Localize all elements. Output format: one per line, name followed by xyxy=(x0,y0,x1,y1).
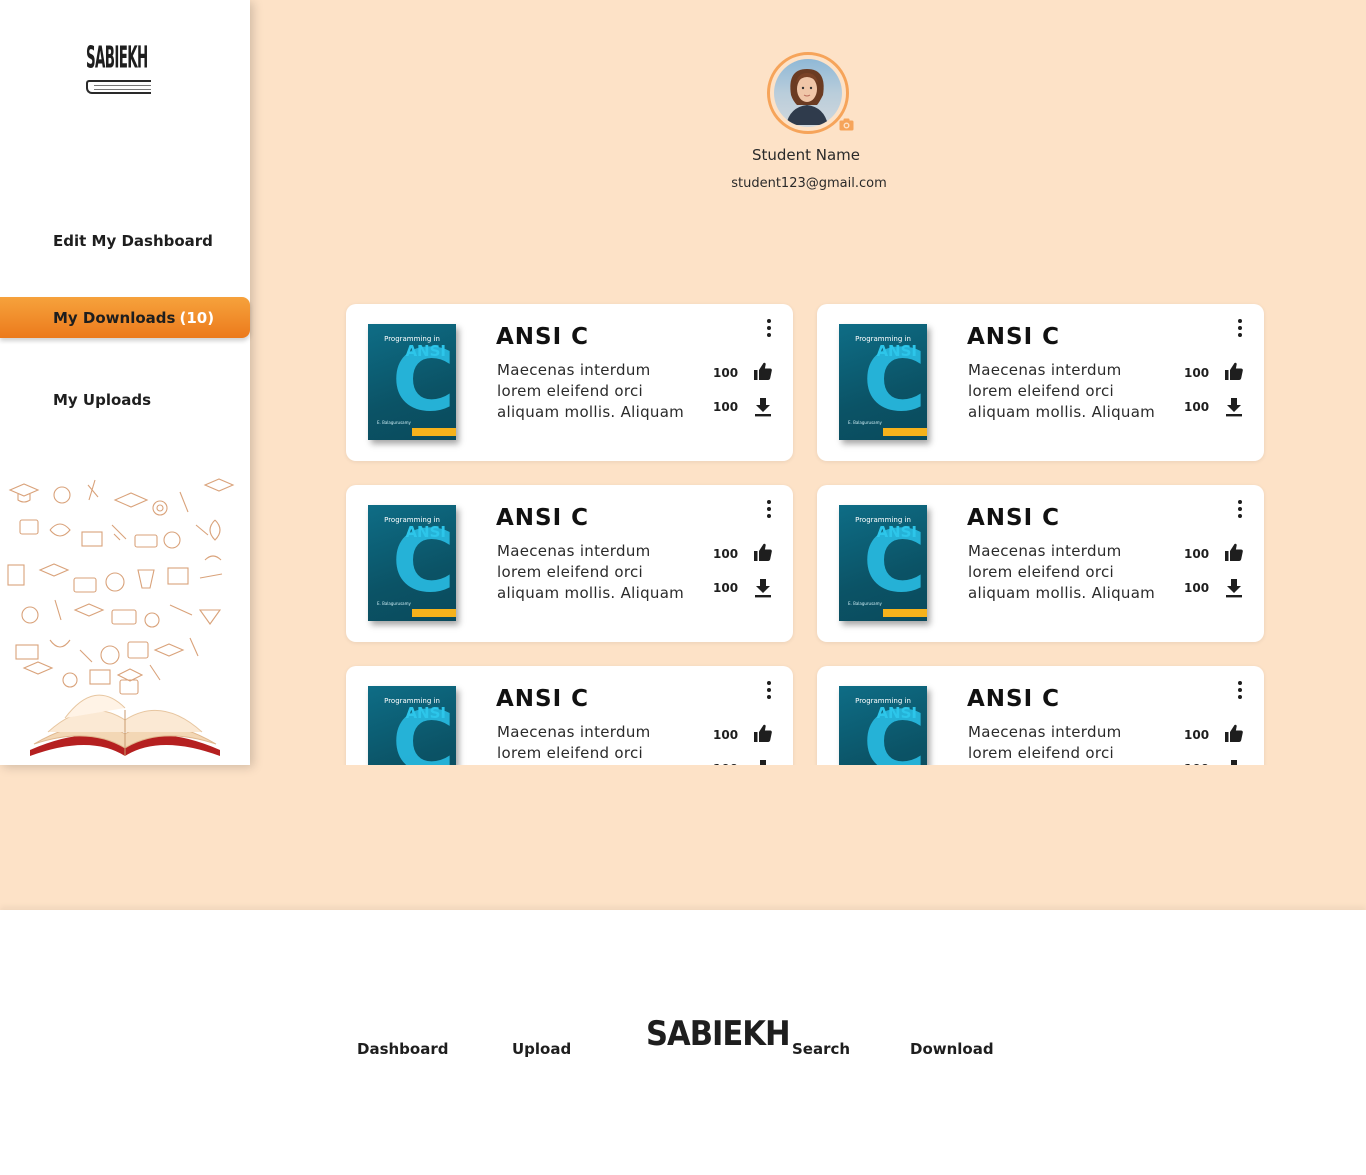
book-cover-image[interactable]: Programming in C ANSI E. Balagurusamy xyxy=(839,505,927,621)
download-card[interactable]: Programming in C ANSI E. Balagurusamy AN… xyxy=(346,485,793,642)
sidebar-item-label: Edit My Dashboard xyxy=(53,231,213,250)
cover-author: E. Balagurusamy xyxy=(377,420,411,425)
thumbs-up-icon[interactable] xyxy=(1224,542,1244,562)
download-icon[interactable] xyxy=(753,397,773,417)
download-count: 100 xyxy=(1184,400,1210,414)
cover-ansi-text: ANSI xyxy=(876,523,917,541)
download-count: 100 xyxy=(1184,581,1210,595)
thumbs-up-icon[interactable] xyxy=(1224,723,1244,743)
more-vertical-icon[interactable] xyxy=(1233,680,1247,700)
card-title[interactable]: ANSI C xyxy=(496,324,589,350)
thumbs-up-icon[interactable] xyxy=(1224,361,1244,381)
card-title[interactable]: ANSI C xyxy=(967,505,1060,531)
download-icon[interactable] xyxy=(1224,397,1244,417)
cover-ansi-text: ANSI xyxy=(405,704,446,722)
avatar-portrait xyxy=(786,69,828,125)
download-card[interactable]: Programming in C ANSI E. Balagurusamy AN… xyxy=(817,485,1264,642)
card-description: Maecenas interdum lorem eleifend orci al… xyxy=(968,361,1156,421)
download-card[interactable]: Programming in C ANSI E. Balagurusamy AN… xyxy=(817,666,1264,765)
cover-author: E. Balagurusamy xyxy=(848,420,882,425)
cover-author: E. Balagurusamy xyxy=(377,601,411,606)
more-vertical-icon[interactable] xyxy=(762,318,776,338)
like-count: 100 xyxy=(713,728,739,742)
cover-edition-band xyxy=(412,609,456,617)
brand-logo[interactable]: SABIEKH xyxy=(84,28,154,98)
more-vertical-icon[interactable] xyxy=(762,499,776,519)
cover-ansi-text: ANSI xyxy=(876,342,917,360)
like-count: 100 xyxy=(1184,728,1210,742)
footer-link-search[interactable]: Search xyxy=(792,1040,850,1058)
sidebar-item-edit-dashboard[interactable]: Edit My Dashboard xyxy=(0,220,250,261)
camera-icon[interactable] xyxy=(839,118,854,131)
student-name: Student Name xyxy=(751,146,861,164)
profile-avatar-ring[interactable] xyxy=(767,52,849,134)
download-card[interactable]: Programming in C ANSI E. Balagurusamy AN… xyxy=(817,304,1264,461)
book-cover-image[interactable]: Programming in C ANSI E. Balagurusamy xyxy=(368,686,456,765)
cover-edition-band xyxy=(412,428,456,436)
more-vertical-icon[interactable] xyxy=(1233,318,1247,338)
logo-text: SABIEKH xyxy=(646,1014,791,1054)
book-cover-image[interactable]: Programming in C ANSI E. Balagurusamy xyxy=(368,505,456,621)
cover-edition-band xyxy=(883,428,927,436)
book-cover-image[interactable]: Programming in C ANSI E. Balagurusamy xyxy=(839,686,927,765)
thumbs-up-icon[interactable] xyxy=(753,542,773,562)
download-count: 100 xyxy=(1184,762,1209,765)
download-icon[interactable] xyxy=(753,578,773,598)
logo-text: SABIEKH xyxy=(86,40,148,75)
cover-ansi-text: ANSI xyxy=(405,523,446,541)
download-count: 100 xyxy=(713,581,739,595)
download-icon[interactable] xyxy=(753,759,773,765)
thumbs-up-icon[interactable] xyxy=(753,723,773,743)
downloads-count-badge: (10) xyxy=(179,308,215,327)
footer-link-download[interactable]: Download xyxy=(910,1040,994,1058)
cover-author: E. Balagurusamy xyxy=(848,601,882,606)
like-count: 100 xyxy=(713,366,739,380)
book-cover-image[interactable]: Programming in C ANSI E. Balagurusamy xyxy=(839,324,927,440)
like-count: 100 xyxy=(1184,366,1210,380)
logo-book-icon xyxy=(86,80,151,94)
downloads-grid: Programming in C ANSI E. Balagurusamy AN… xyxy=(330,290,1290,765)
card-description: Maecenas interdum lorem eleifend orci al… xyxy=(968,542,1156,602)
download-count: 100 xyxy=(713,762,738,765)
sidebar-item-label: My Uploads xyxy=(53,390,152,409)
download-icon[interactable] xyxy=(1224,759,1244,765)
card-description: Maecenas interdum lorem eleifend orci al… xyxy=(968,723,1122,762)
more-vertical-icon[interactable] xyxy=(1233,499,1247,519)
sidebar-item-label: My Downloads xyxy=(53,308,176,327)
card-description: Maecenas interdum lorem eleifend orci al… xyxy=(497,542,685,602)
avatar xyxy=(774,59,842,127)
like-count: 100 xyxy=(1184,547,1210,561)
download-count: 100 xyxy=(713,400,739,414)
sidebar-item-my-uploads[interactable]: My Uploads xyxy=(0,379,250,420)
footer-link-dashboard[interactable]: Dashboard xyxy=(357,1040,448,1058)
download-card[interactable]: Programming in C ANSI E. Balagurusamy AN… xyxy=(346,666,793,765)
card-description: Maecenas interdum lorem eleifend orci al… xyxy=(497,723,651,762)
footer: Dashboard Upload SABIEKH Search Download xyxy=(0,910,1366,1175)
footer-link-upload[interactable]: Upload xyxy=(512,1040,571,1058)
download-icon[interactable] xyxy=(1224,578,1244,598)
book-cover-image[interactable]: Programming in C ANSI E. Balagurusamy xyxy=(368,324,456,440)
card-title[interactable]: ANSI C xyxy=(496,505,589,531)
sidebar: SABIEKH Edit My Dashboard My Downloads (… xyxy=(0,0,250,765)
card-title[interactable]: ANSI C xyxy=(496,686,589,712)
card-title[interactable]: ANSI C xyxy=(967,324,1060,350)
download-card[interactable]: Programming in C ANSI E. Balagurusamy AN… xyxy=(346,304,793,461)
cover-ansi-text: ANSI xyxy=(876,704,917,722)
sidebar-item-my-downloads[interactable]: My Downloads (10) xyxy=(0,297,250,338)
card-title[interactable]: ANSI C xyxy=(967,686,1060,712)
education-doodles-illustration xyxy=(7,478,235,756)
card-description: Maecenas interdum lorem eleifend orci al… xyxy=(497,361,685,421)
cover-edition-band xyxy=(883,609,927,617)
more-vertical-icon[interactable] xyxy=(762,680,776,700)
thumbs-up-icon[interactable] xyxy=(753,361,773,381)
like-count: 100 xyxy=(713,547,739,561)
footer-brand-logo[interactable]: SABIEKH xyxy=(646,1014,791,1054)
cover-ansi-text: ANSI xyxy=(405,342,446,360)
student-email: student123@gmail.com xyxy=(731,176,887,191)
